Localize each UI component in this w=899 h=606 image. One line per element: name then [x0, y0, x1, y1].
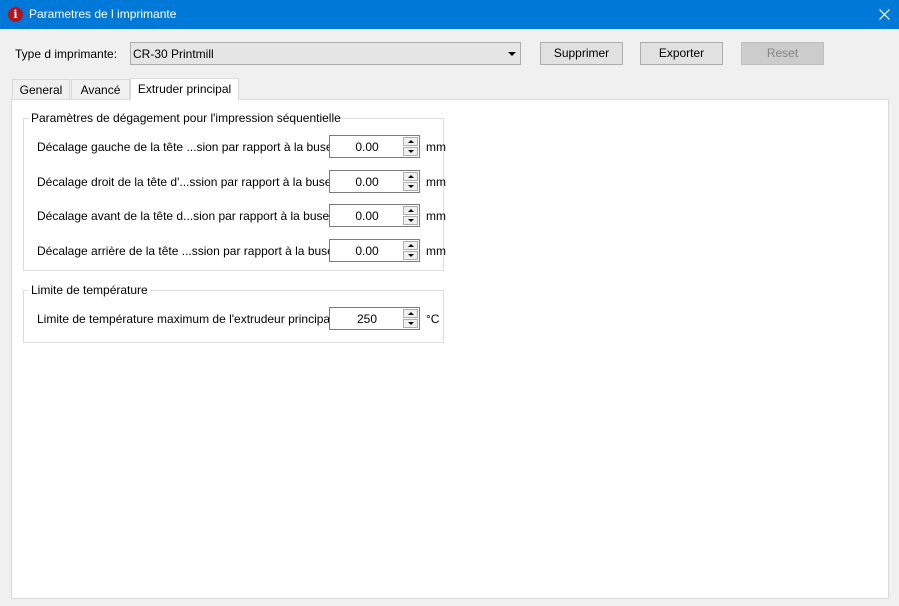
spin-buttons: [403, 137, 418, 156]
max-temp-label: Limite de température maximum de l'extru…: [37, 312, 337, 326]
export-button[interactable]: Exporter: [640, 42, 723, 65]
title-bar: i Parametres de l imprimante: [0, 0, 899, 29]
right-offset-label: Décalage droit de la tête d'...ssion par…: [37, 175, 335, 189]
right-offset-spinbox[interactable]: 0.00: [329, 170, 420, 193]
delete-button[interactable]: Supprimer: [540, 42, 623, 65]
printer-type-label: Type d imprimante:: [15, 47, 118, 61]
left-offset-unit: mm: [426, 140, 446, 154]
max-temp-value: 250: [356, 312, 378, 326]
front-offset-spinbox[interactable]: 0.00: [329, 204, 420, 227]
right-offset-unit: mm: [426, 175, 446, 189]
max-temp-spinbox[interactable]: 250: [329, 307, 420, 330]
rear-offset-label: Décalage arrière de la tête ...ssion par…: [37, 244, 338, 258]
reset-button[interactable]: Reset: [741, 42, 824, 65]
spin-down-button[interactable]: [403, 251, 418, 260]
spin-up-button[interactable]: [403, 241, 418, 250]
spin-buttons: [403, 206, 418, 225]
tab-avance[interactable]: Avancé: [71, 79, 130, 100]
chevron-down-icon: [508, 52, 516, 56]
spin-buttons: [403, 241, 418, 260]
clearance-groupbox: Paramètres de dégagement pour l'impressi…: [23, 111, 446, 271]
spin-up-button[interactable]: [403, 172, 418, 181]
spin-buttons: [403, 309, 418, 328]
spin-buttons: [403, 172, 418, 191]
printer-type-dropdown[interactable]: CR-30 Printmill: [130, 42, 521, 65]
left-offset-label: Décalage gauche de la tête ...sion par r…: [37, 140, 336, 154]
front-offset-value: 0.00: [355, 209, 379, 223]
close-button[interactable]: [869, 0, 899, 29]
spin-down-button[interactable]: [403, 319, 418, 328]
rear-offset-unit: mm: [426, 244, 446, 258]
printer-type-value: CR-30 Printmill: [133, 47, 214, 61]
rear-offset-value: 0.00: [355, 244, 379, 258]
spin-down-button[interactable]: [403, 182, 418, 191]
max-temp-unit: °C: [426, 312, 440, 326]
right-offset-value: 0.00: [355, 175, 379, 189]
tab-general[interactable]: General: [12, 79, 70, 100]
window-title: Parametres de l imprimante: [29, 7, 177, 21]
spin-up-button[interactable]: [403, 206, 418, 215]
spin-up-button[interactable]: [403, 309, 418, 318]
left-offset-spinbox[interactable]: 0.00: [329, 135, 420, 158]
clearance-group-title: Paramètres de dégagement pour l'impressi…: [29, 111, 343, 125]
tab-panel: Paramètres de dégagement pour l'impressi…: [11, 99, 889, 599]
left-offset-value: 0.00: [355, 140, 379, 154]
front-offset-label: Décalage avant de la tête d...sion par r…: [37, 209, 333, 223]
close-icon: [878, 9, 890, 20]
front-offset-unit: mm: [426, 209, 446, 223]
spin-up-button[interactable]: [403, 137, 418, 146]
temperature-groupbox: Limite de température Limite de températ…: [23, 283, 444, 343]
tab-extruder-principal[interactable]: Extruder principal: [130, 78, 239, 100]
info-icon: i: [8, 7, 23, 22]
spin-down-button[interactable]: [403, 147, 418, 156]
temperature-group-title: Limite de température: [29, 283, 150, 297]
spin-down-button[interactable]: [403, 216, 418, 225]
rear-offset-spinbox[interactable]: 0.00: [329, 239, 420, 262]
